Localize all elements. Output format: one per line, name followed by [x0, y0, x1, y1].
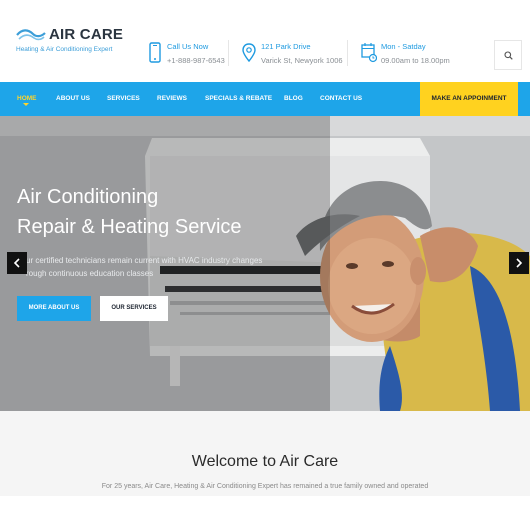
brand-tagline: Heating & Air Conditioning Expert: [16, 46, 113, 53]
phone-icon: [149, 42, 161, 63]
hero-title-line-2: Repair & Heating Service: [17, 216, 242, 238]
hours-title: Mon - Satday: [381, 42, 426, 51]
brand-name: AIR CARE: [49, 26, 124, 43]
welcome-text: For 25 years, Air Care, Heating & Air Co…: [101, 483, 429, 490]
page-bottom: [0, 496, 530, 530]
address-title: 121 Park Drive: [261, 42, 311, 51]
search-icon: [504, 51, 513, 60]
phone-title: Call Us Now: [167, 42, 209, 51]
more-about-us-button[interactable]: MORE ABOUT US: [17, 296, 91, 321]
site-header: AIR CARE Heating & Air Conditioning Expe…: [0, 0, 530, 82]
hero-title-line-1: Air Conditioning: [17, 186, 159, 208]
calendar-clock-icon: [361, 43, 377, 63]
hero-description-line-1: ur certified technicians remain current …: [26, 256, 263, 265]
wave-logo-icon: [16, 29, 46, 41]
welcome-title: Welcome to Air Care: [191, 453, 339, 470]
page: AIR CARE Heating & Air Conditioning Expe…: [0, 0, 530, 530]
divider: [228, 40, 229, 66]
nav-about-us[interactable]: ABOUT US: [56, 95, 90, 102]
nav-specials-rebate[interactable]: SPECIALS & REBATE: [205, 95, 272, 102]
nav-contact-us[interactable]: CONTACT US: [320, 95, 362, 102]
active-indicator: [23, 103, 29, 106]
search-button[interactable]: [494, 40, 522, 70]
nav-services[interactable]: SERVICES: [107, 95, 140, 102]
hero-description-line-2: rough continuous education classes: [26, 269, 154, 278]
hero-slider: Air Conditioning Repair & Heating Servic…: [0, 116, 530, 411]
slider-prev-button[interactable]: [7, 252, 27, 274]
nav-reviews[interactable]: REVIEWS: [157, 95, 187, 102]
nav-home[interactable]: HOME: [17, 95, 37, 102]
our-services-button[interactable]: OUR SERVICES: [100, 296, 168, 321]
address-text: Varick St, Newyork 1006: [261, 56, 343, 65]
slider-next-button[interactable]: [509, 252, 529, 274]
hours-text: 09.00am to 18.00pm: [381, 56, 450, 65]
chevron-right-icon: [516, 258, 523, 268]
phone-number: +1-888-987-6543: [167, 56, 225, 65]
location-pin-icon: [242, 43, 256, 63]
make-appointment-button[interactable]: MAKE AN APPOINMENT: [420, 82, 518, 116]
nav-blog[interactable]: BLOG: [284, 95, 303, 102]
divider: [347, 40, 348, 66]
chevron-left-icon: [13, 258, 20, 268]
welcome-section: Welcome to Air Care For 25 years, Air Ca…: [0, 411, 530, 496]
